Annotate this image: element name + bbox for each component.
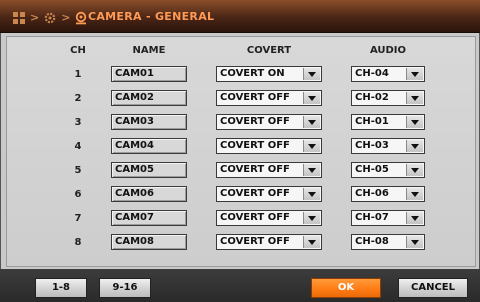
chevron-down-icon[interactable] [303,140,320,152]
covert-select[interactable]: COVERT OFF [216,162,322,178]
ok-button[interactable]: OK [311,278,381,298]
audio-select[interactable]: CH-04 [351,66,425,82]
covert-value: COVERT OFF [220,212,290,223]
camera-name-field[interactable]: CAM08 [111,234,187,250]
breadcrumb-separator: > [61,10,71,24]
table-row: 5 CAM05 COVERT OFF CH-05 [7,161,475,181]
chevron-down-icon[interactable] [303,212,320,224]
camera-name-field[interactable]: CAM05 [111,162,187,178]
audio-select[interactable]: CH-08 [351,234,425,250]
covert-select[interactable]: COVERT OFF [216,90,322,106]
covert-value: COVERT OFF [220,92,290,103]
table-row: 4 CAM04 COVERT OFF CH-03 [7,137,475,157]
table-row: 7 CAM07 COVERT OFF CH-07 [7,209,475,229]
gear-icon[interactable] [43,10,57,24]
chevron-down-icon[interactable] [406,140,423,152]
title-bar: > > CAMERA - GENERAL [0,0,480,33]
chevron-down-icon[interactable] [406,116,423,128]
page-title: CAMERA - GENERAL [88,10,215,23]
camera-name-field[interactable]: CAM03 [111,114,187,130]
audio-value: CH-03 [355,140,389,151]
covert-value: COVERT OFF [220,140,290,151]
column-header-name: NAME [132,45,166,56]
chevron-down-icon[interactable] [406,236,423,248]
chevron-down-icon[interactable] [406,68,423,80]
covert-select[interactable]: COVERT OFF [216,210,322,226]
covert-value: COVERT OFF [220,188,290,199]
breadcrumb-separator: > [30,10,40,24]
chevron-down-icon[interactable] [406,212,423,224]
audio-select[interactable]: CH-05 [351,162,425,178]
channel-number: 2 [74,93,82,104]
chevron-down-icon[interactable] [303,92,320,104]
covert-value: COVERT OFF [220,116,290,127]
covert-select[interactable]: COVERT OFF [216,234,322,250]
covert-value: COVERT OFF [220,164,290,175]
chevron-down-icon[interactable] [303,164,320,176]
channel-number: 7 [74,213,82,224]
audio-value: CH-08 [355,236,389,247]
covert-value: COVERT ON [220,68,285,79]
chevron-down-icon[interactable] [303,236,320,248]
camera-name-field[interactable]: CAM02 [111,90,187,106]
audio-select[interactable]: CH-01 [351,114,425,130]
covert-select[interactable]: COVERT ON [216,66,322,82]
page-9-16-button[interactable]: 9-16 [99,278,151,298]
cancel-button[interactable]: CANCEL [398,278,468,298]
channel-number: 6 [74,189,82,200]
channel-number: 3 [74,117,82,128]
table-row: 3 CAM03 COVERT OFF CH-01 [7,113,475,133]
table-row: 6 CAM06 COVERT OFF CH-06 [7,185,475,205]
audio-value: CH-07 [355,212,389,223]
audio-value: CH-04 [355,68,389,79]
audio-value: CH-05 [355,164,389,175]
chevron-down-icon[interactable] [303,116,320,128]
audio-value: CH-01 [355,116,389,127]
chevron-down-icon[interactable] [406,92,423,104]
column-header-ch: CH [70,45,86,56]
column-header-covert: COVERT [246,45,292,56]
camera-settings-table: CH NAME COVERT AUDIO 1 CAM01 COVERT ON C… [6,36,476,267]
camera-name-field[interactable]: CAM04 [111,138,187,154]
grid-icon[interactable] [12,10,26,24]
channel-number: 8 [74,237,82,248]
table-row: 1 CAM01 COVERT ON CH-04 [7,65,475,85]
covert-select[interactable]: COVERT OFF [216,186,322,202]
camera-icon [74,10,88,25]
chevron-down-icon[interactable] [406,164,423,176]
chevron-down-icon[interactable] [406,188,423,200]
camera-name-field[interactable]: CAM06 [111,186,187,202]
chevron-down-icon[interactable] [303,68,320,80]
breadcrumb: > > [12,9,88,25]
column-header-audio: AUDIO [369,45,407,56]
page-1-8-button[interactable]: 1-8 [35,278,87,298]
channel-number: 4 [74,141,82,152]
covert-value: COVERT OFF [220,236,290,247]
table-row: 2 CAM02 COVERT OFF CH-02 [7,89,475,109]
audio-value: CH-06 [355,188,389,199]
camera-general-window: > > CAMERA - GENERAL CH NAME COVERT AUDI… [0,0,480,302]
covert-select[interactable]: COVERT OFF [216,138,322,154]
covert-select[interactable]: COVERT OFF [216,114,322,130]
audio-value: CH-02 [355,92,389,103]
camera-name-field[interactable]: CAM01 [111,66,187,82]
chevron-down-icon[interactable] [303,188,320,200]
camera-name-field[interactable]: CAM07 [111,210,187,226]
audio-select[interactable]: CH-03 [351,138,425,154]
channel-number: 5 [74,165,82,176]
audio-select[interactable]: CH-07 [351,210,425,226]
audio-select[interactable]: CH-02 [351,90,425,106]
table-row: 8 CAM08 COVERT OFF CH-08 [7,233,475,253]
channel-number: 1 [74,69,82,80]
audio-select[interactable]: CH-06 [351,186,425,202]
